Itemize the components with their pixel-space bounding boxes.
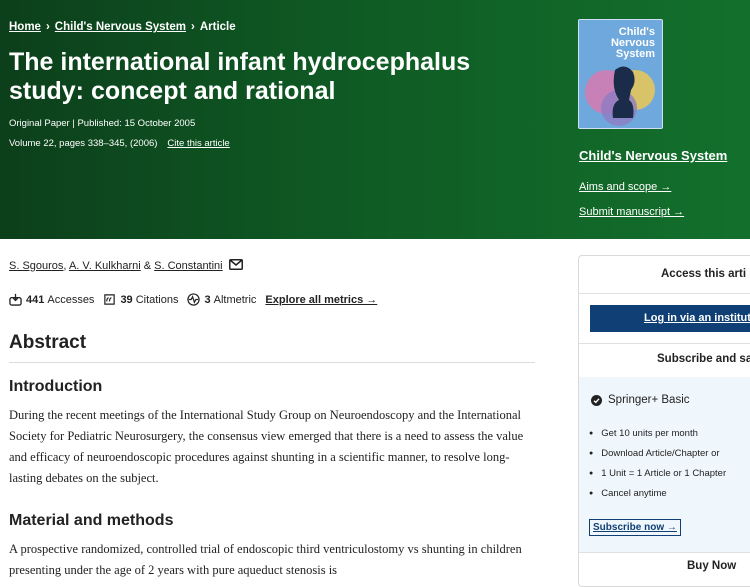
article-volume: Volume 22, pages 338–345, (2006) [9,138,158,149]
article-volume-line: Volume 22, pages 338–345, (2006) Cite thi… [9,138,230,149]
author-link[interactable]: A. V. Kulkharni [69,260,141,272]
breadcrumb: Home › Child's Nervous System › Article [9,21,236,33]
email-icon[interactable] [228,259,243,270]
check-circle-icon [591,394,602,406]
accesses-count: 441 [26,293,45,306]
altmetric-metric: 3 Altmetric [187,293,256,306]
plan-feature: 1 Unit = 1 Article or 1 Chapter [589,464,726,484]
accesses-label: Accesses [47,293,95,306]
section-divider [9,362,535,363]
cover-art-image [585,66,655,126]
institution-login-button[interactable]: Log in via an institut [590,305,750,332]
access-panel: Access this arti Log in via an institut … [578,255,750,587]
introduction-text: During the recent meetings of the Intern… [9,408,524,485]
citations-metric: 39 Citations [103,293,178,306]
citations-count: 39 [120,293,133,306]
citations-label: Citations [135,293,179,306]
author-list: S. Sgouros, A. V. Kulkharni & S. Constan… [9,259,243,272]
author-link[interactable]: S. Sgouros [9,260,63,272]
panel-divider [579,552,750,553]
panel-divider [579,343,750,344]
abstract-heading: Abstract [9,332,87,353]
subscribe-now-button[interactable]: Subscribe now → [589,519,681,536]
plan-option[interactable]: Springer+ Basic [591,394,690,406]
author-separator: & [140,260,155,272]
article-metrics: 441 Accesses 39 Citations 3 Altmetric Explo… [9,293,377,306]
panel-divider [579,293,750,294]
article-header: Home › Child's Nervous System › Article The … [0,0,750,239]
submit-manuscript-link[interactable]: Submit manuscript → [579,206,684,218]
breadcrumb-home[interactable]: Home [9,21,41,33]
institution-login-label: Log in via an institut [644,312,750,324]
plan-feature: Cancel anytime [589,484,726,504]
plan-name: Springer+ Basic [608,394,690,406]
introduction-heading: Introduction [9,378,103,395]
cite-article-link[interactable]: Cite this article [167,138,229,149]
methods-text: A prospective randomized, controlled tri… [9,542,522,577]
explore-metrics-link[interactable]: Explore all metrics → [265,294,377,306]
author-link[interactable]: S. Constantini [154,260,222,272]
plan-feature: Download Article/Chapter or [589,444,726,464]
access-title: Access this arti [661,268,747,280]
article-type-published: Original Paper | Published: 15 October 2… [9,118,196,129]
subscribe-save-title: Subscribe and sa [657,353,750,365]
download-icon [9,293,22,306]
breadcrumb-journal[interactable]: Child's Nervous System [55,21,186,33]
plan-feature: Get 10 units per month [589,424,726,444]
plan-features: Get 10 units per month Download Article/… [589,424,726,504]
aims-scope-link[interactable]: Aims and scope → [579,181,671,193]
quote-icon [104,294,116,305]
journal-name-link[interactable]: Child's Nervous System [579,148,727,163]
article-title: The international infant hydrocephalus s… [9,48,471,105]
methods-heading: Material and methods [9,512,174,529]
buy-now-heading: Buy Now [687,560,737,572]
altmetric-label: Altmetric [213,293,257,306]
breadcrumb-separator: › [45,21,50,33]
altmetric-icon [187,293,201,306]
journal-cover[interactable]: Child's Nervous System [578,19,663,129]
breadcrumb-current: Article [199,21,236,33]
accesses-metric: 441 Accesses [9,293,94,306]
altmetric-count: 3 [204,293,211,306]
breadcrumb-separator: › [191,21,195,33]
